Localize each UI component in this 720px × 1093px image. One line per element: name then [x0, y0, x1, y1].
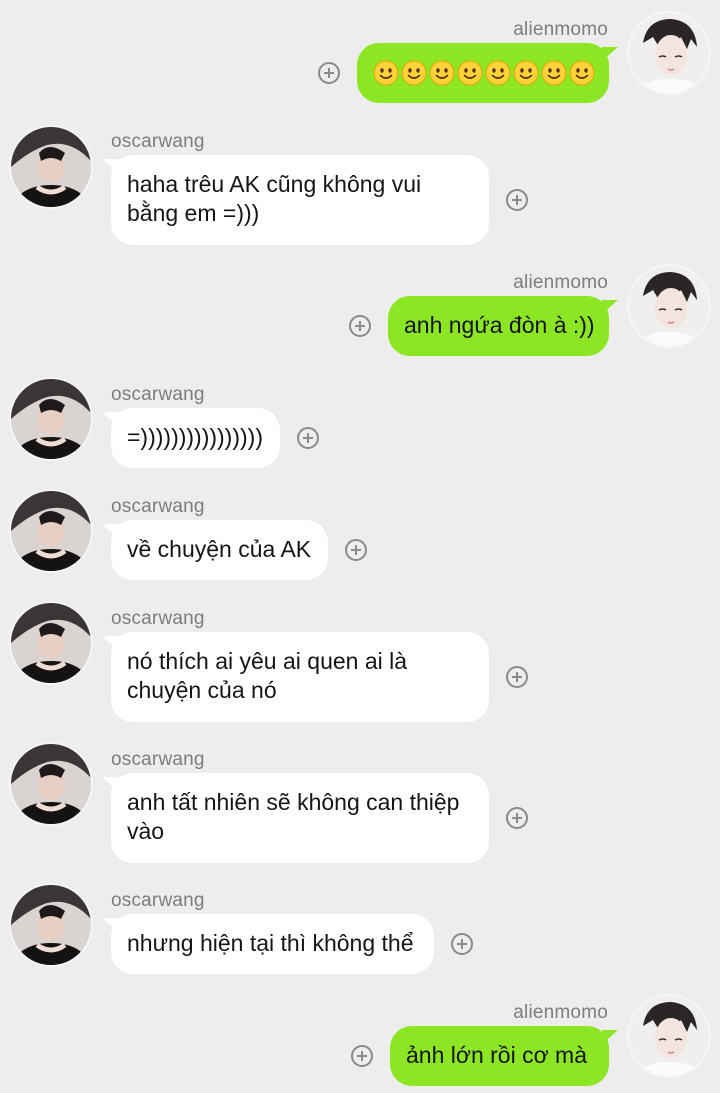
slightly-smiling-face-icon	[541, 60, 567, 86]
avatar[interactable]	[629, 266, 709, 346]
plus-circle-icon[interactable]	[506, 666, 528, 688]
message-bubble[interactable]: anh tất nhiên sẽ không can thiệp vào	[102, 773, 489, 863]
sender-name[interactable]: oscarwang	[111, 749, 205, 771]
slightly-smiling-face-icon	[373, 60, 399, 86]
avatar[interactable]	[11, 379, 91, 459]
plus-circle-icon[interactable]	[297, 427, 319, 449]
slightly-smiling-face-icon	[513, 60, 539, 86]
sender-name[interactable]: alienmomo	[513, 19, 608, 41]
message-row: oscarwang haha trêu AK cũng không vui bằ…	[0, 120, 720, 250]
slightly-smiling-face-icon	[429, 60, 455, 86]
plus-circle-icon[interactable]	[318, 62, 340, 84]
message-text-line: về chuyện của AK	[127, 536, 312, 562]
plus-circle-icon[interactable]	[351, 1045, 373, 1067]
avatar[interactable]	[11, 491, 91, 571]
plus-circle-icon[interactable]	[345, 539, 367, 561]
message-bubble[interactable]: ảnh lớn rồi cơ mà	[390, 1026, 618, 1086]
message-bubble[interactable]: về chuyện của AK	[102, 520, 328, 580]
plus-circle-icon[interactable]	[451, 933, 473, 955]
sender-name[interactable]: oscarwang	[111, 496, 205, 518]
avatar[interactable]	[11, 127, 91, 207]
slightly-smiling-face-icon	[457, 60, 483, 86]
sender-name[interactable]: oscarwang	[111, 384, 205, 406]
message-bubble[interactable]	[357, 43, 618, 103]
message-text-line: vào	[127, 818, 165, 844]
slightly-smiling-face-icon	[485, 60, 511, 86]
message-row: oscarwang nó thích ai yêu ai quen ai là …	[0, 598, 720, 728]
message-text-line: anh tất nhiên sẽ không can thiệp	[127, 789, 460, 815]
message-text-line: chuyện của nó	[127, 677, 277, 703]
message-text-line: haha trêu AK cũng không vui	[127, 171, 422, 197]
sender-name[interactable]: alienmomo	[513, 272, 608, 294]
avatar[interactable]	[11, 603, 91, 683]
plus-circle-icon[interactable]	[506, 807, 528, 829]
avatar[interactable]	[629, 13, 709, 93]
message-bubble[interactable]: nhưng hiện tại thì không thể	[102, 914, 434, 974]
message-text-line: bằng em =)))	[127, 200, 260, 226]
message-text-line: anh ngứa đòn à :))	[404, 312, 595, 338]
plus-circle-icon[interactable]	[349, 315, 371, 337]
message-row: oscarwang anh tất nhiên sẽ không can thi…	[0, 739, 720, 869]
message-row: alienmomo	[0, 0, 720, 110]
message-bubble[interactable]: nó thích ai yêu ai quen ai là chuyện của…	[102, 632, 489, 722]
slightly-smiling-face-icon	[569, 60, 595, 86]
message-text-line: ảnh lớn rồi cơ mà	[406, 1042, 588, 1068]
message-bubble[interactable]: anh ngứa đòn à :))	[388, 296, 618, 356]
sender-name[interactable]: oscarwang	[111, 890, 205, 912]
message-row: oscarwang nhưng hiện tại thì không thể	[0, 880, 720, 980]
message-row: alienmomo anh ngứa đòn à :))	[0, 258, 720, 368]
message-row: alienmomo ảnh lớn rồi cơ mà	[0, 988, 720, 1093]
slightly-smiling-face-icon	[401, 60, 427, 86]
avatar[interactable]	[629, 996, 709, 1076]
sender-name[interactable]: oscarwang	[111, 131, 205, 153]
plus-circle-icon[interactable]	[506, 189, 528, 211]
message-text-line: =))))))))))))))))	[127, 424, 263, 450]
avatar[interactable]	[11, 885, 91, 965]
avatar[interactable]	[11, 744, 91, 824]
message-text-line: nhưng hiện tại thì không thể	[127, 930, 414, 956]
message-bubble[interactable]: =))))))))))))))))	[102, 408, 280, 468]
sender-name[interactable]: alienmomo	[513, 1002, 608, 1024]
message-row: oscarwang về chuyện của AK	[0, 486, 720, 586]
message-text-line: nó thích ai yêu ai quen ai là	[127, 648, 408, 674]
sender-name[interactable]: oscarwang	[111, 608, 205, 630]
message-row: oscarwang =))))))))))))))))	[0, 374, 720, 474]
message-bubble[interactable]: haha trêu AK cũng không vui bằng em =)))	[102, 155, 489, 245]
